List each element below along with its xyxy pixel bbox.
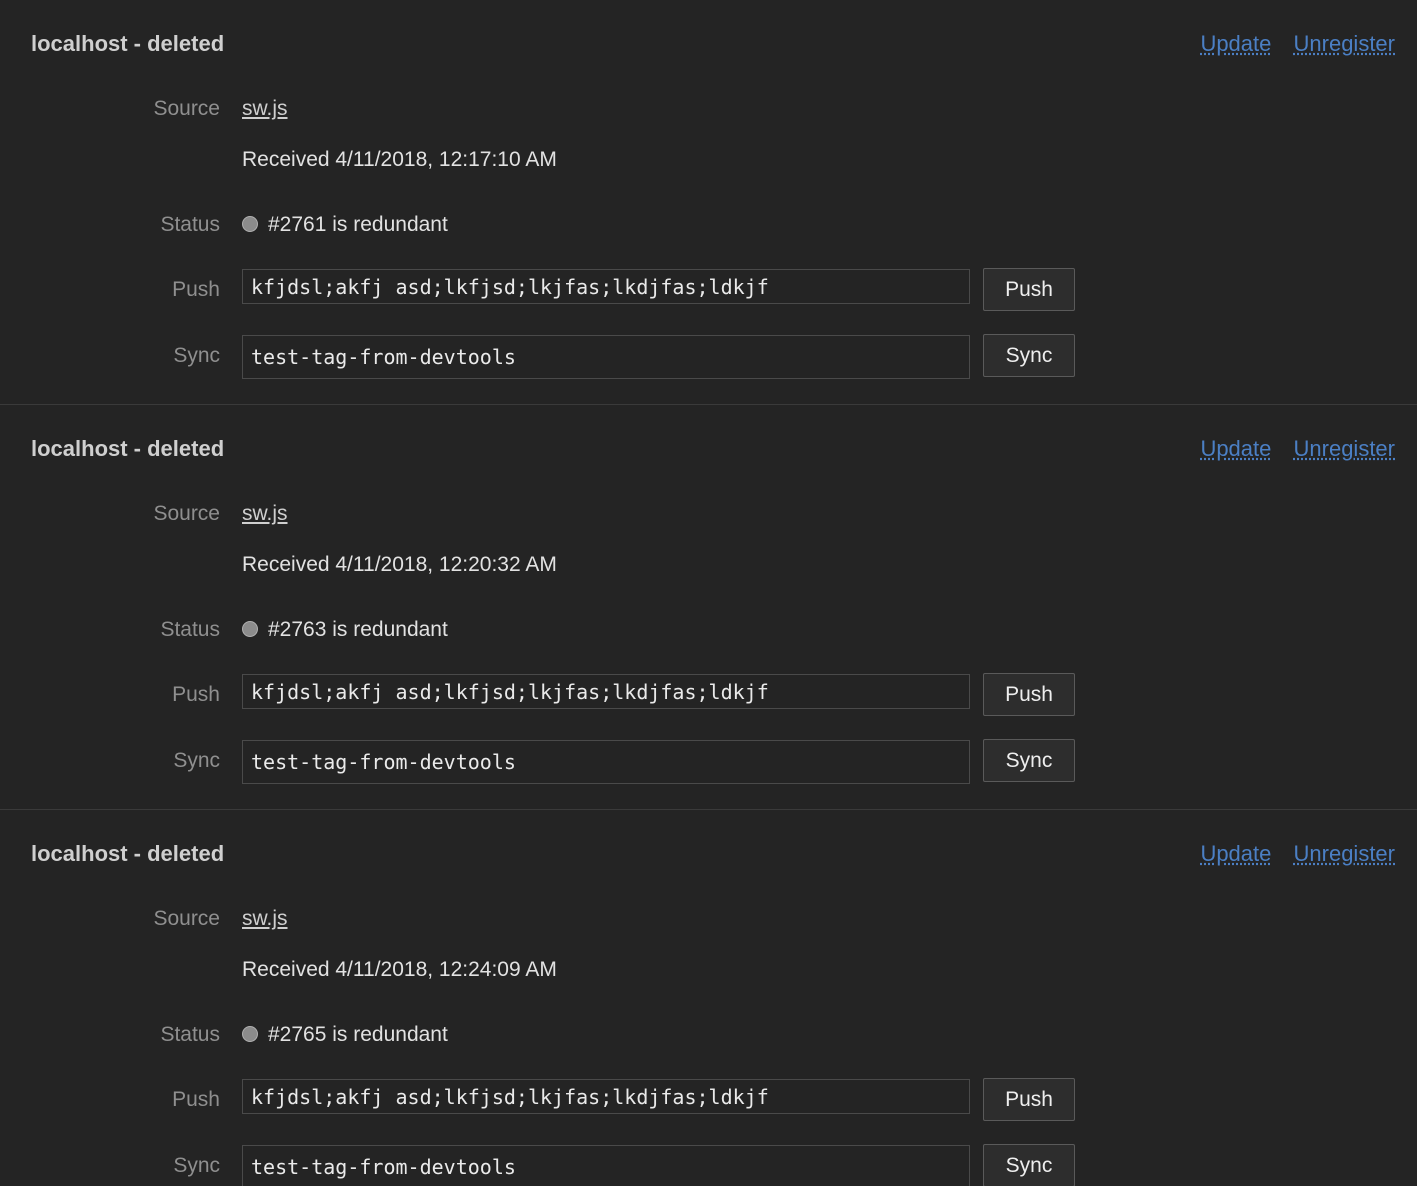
registration-actions: Update Unregister	[1184, 841, 1395, 867]
received-text: Received 4/11/2018, 12:24:09 AM	[242, 958, 557, 981]
source-label: Source	[153, 907, 220, 930]
status-label: Status	[160, 618, 220, 641]
registration-actions: Update Unregister	[1184, 31, 1395, 57]
status-dot-icon	[242, 1026, 258, 1042]
registration-title: localhost - deleted	[31, 436, 225, 461]
unregister-link[interactable]: Unregister	[1294, 31, 1395, 56]
status-text: #2765 is redundant	[268, 1023, 448, 1046]
registration-actions: Update Unregister	[1184, 436, 1395, 462]
sync-label: Sync	[173, 749, 220, 772]
sync-label: Sync	[173, 344, 220, 367]
push-label: Push	[172, 278, 220, 301]
sync-label: Sync	[173, 1154, 220, 1177]
unregister-link[interactable]: Unregister	[1294, 436, 1395, 461]
registration-title: localhost - deleted	[31, 841, 225, 866]
service-worker-registration: localhost - deleted Update Unregister So…	[0, 0, 1417, 405]
sync-button[interactable]: Sync	[983, 334, 1075, 377]
push-label: Push	[172, 683, 220, 706]
status-dot-icon	[242, 216, 258, 232]
status-text: #2761 is redundant	[268, 213, 448, 236]
registration-title: localhost - deleted	[31, 31, 225, 56]
push-data-input[interactable]	[242, 269, 970, 304]
update-link[interactable]: Update	[1200, 436, 1271, 461]
push-button[interactable]: Push	[983, 1078, 1075, 1121]
service-worker-registration: localhost - deleted Update Unregister So…	[0, 810, 1417, 1186]
unregister-link[interactable]: Unregister	[1294, 841, 1395, 866]
source-link[interactable]: sw.js	[242, 907, 288, 930]
sync-tag-input[interactable]	[242, 1145, 970, 1186]
source-link[interactable]: sw.js	[242, 97, 288, 120]
push-button[interactable]: Push	[983, 268, 1075, 311]
source-label: Source	[153, 502, 220, 525]
push-data-input[interactable]	[242, 1079, 970, 1114]
source-label: Source	[153, 97, 220, 120]
source-link[interactable]: sw.js	[242, 502, 288, 525]
push-data-input[interactable]	[242, 674, 970, 709]
sync-tag-input[interactable]	[242, 335, 970, 379]
update-link[interactable]: Update	[1200, 31, 1271, 56]
received-text: Received 4/11/2018, 12:20:32 AM	[242, 553, 557, 576]
sync-button[interactable]: Sync	[983, 1144, 1075, 1186]
push-label: Push	[172, 1088, 220, 1111]
status-dot-icon	[242, 621, 258, 637]
update-link[interactable]: Update	[1200, 841, 1271, 866]
status-label: Status	[160, 1023, 220, 1046]
sync-button[interactable]: Sync	[983, 739, 1075, 782]
status-text: #2763 is redundant	[268, 618, 448, 641]
status-label: Status	[160, 213, 220, 236]
sync-tag-input[interactable]	[242, 740, 970, 784]
received-text: Received 4/11/2018, 12:17:10 AM	[242, 148, 557, 171]
push-button[interactable]: Push	[983, 673, 1075, 716]
service-worker-registration: localhost - deleted Update Unregister So…	[0, 405, 1417, 810]
